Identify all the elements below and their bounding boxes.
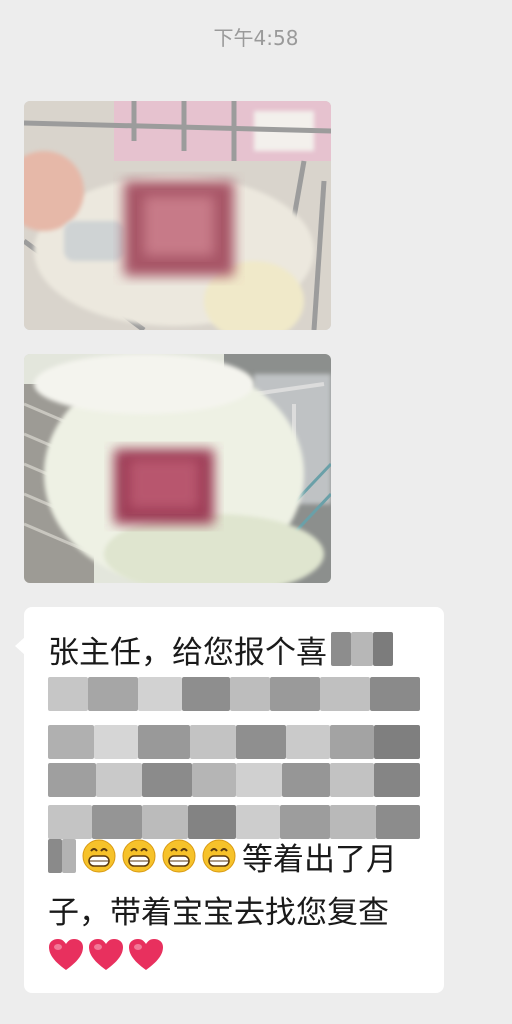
message-line-8 (48, 935, 168, 975)
heart-icon (129, 939, 163, 970)
grin-icon (162, 839, 196, 873)
message-line-1: 张主任，给您报个喜 (48, 629, 393, 671)
pixelated-text (331, 632, 393, 666)
image-message-1[interactable] (24, 101, 331, 330)
message-greeting: 张主任，给您报个喜 (48, 634, 327, 671)
heart-icon (89, 939, 123, 970)
grin-icon (82, 839, 116, 873)
grin-icon (202, 839, 236, 873)
pixelated-line-3 (48, 725, 420, 759)
pixelated-line-2 (48, 677, 420, 711)
newborn-photo-1 (24, 101, 331, 330)
message-timestamp: 下午4:58 (213, 26, 299, 50)
message-line-6: 等着出了月 (48, 836, 397, 878)
bubble-tail (15, 637, 25, 655)
pixelated-line-4 (48, 763, 420, 797)
text-message-bubble[interactable]: 张主任，给您报个喜 等着出了月 子，带着宝宝去找您复查 (15, 607, 444, 993)
image-message-2[interactable] (24, 354, 331, 583)
message-line-7: 子，带着宝宝去找您复查 (48, 894, 389, 931)
heart-icon (49, 939, 83, 970)
grin-icon (122, 839, 156, 873)
message-text-line-6: 等着出了月 (242, 841, 397, 878)
newborn-photo-2 (24, 354, 331, 583)
pixelated-text (48, 839, 76, 873)
